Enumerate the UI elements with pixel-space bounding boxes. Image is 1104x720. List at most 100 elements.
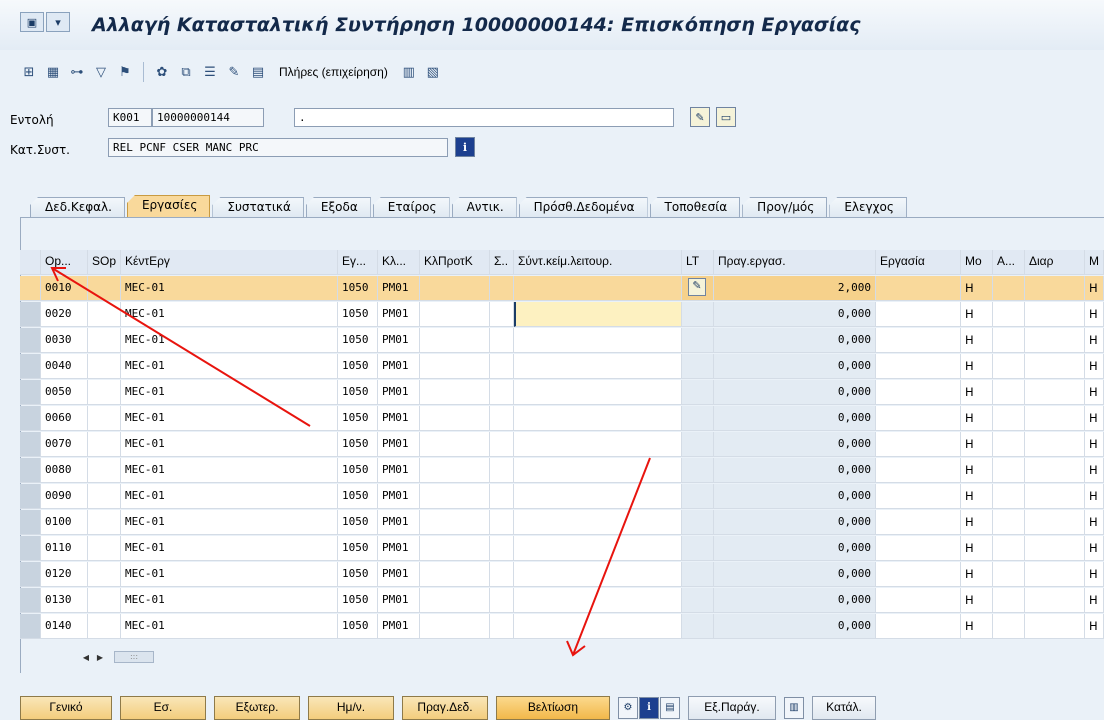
column-header[interactable]: Σύντ.κείμ.λειτουρ. bbox=[514, 250, 682, 275]
flag-cell[interactable] bbox=[490, 614, 514, 639]
actual-work-cell[interactable]: 0,000 bbox=[714, 380, 876, 405]
suboperation-cell[interactable] bbox=[88, 354, 121, 379]
long-text-cell[interactable] bbox=[682, 562, 714, 587]
unit-cell[interactable]: H bbox=[961, 562, 993, 587]
work-center-cell[interactable]: MEC-01 bbox=[121, 354, 338, 379]
work-center-cell[interactable]: MEC-01 bbox=[121, 380, 338, 405]
suboperation-cell[interactable] bbox=[88, 406, 121, 431]
operation-cell[interactable]: 0110 bbox=[41, 536, 88, 561]
control-key-cell[interactable]: PM01 bbox=[378, 302, 420, 327]
row-selector[interactable] bbox=[20, 432, 41, 457]
row-selector[interactable] bbox=[20, 328, 41, 353]
dates-button[interactable]: Ημ/ν. bbox=[308, 695, 394, 720]
plant-cell[interactable]: 1050 bbox=[338, 458, 378, 483]
long-text-cell[interactable] bbox=[682, 510, 714, 535]
control-key-cell[interactable]: PM01 bbox=[378, 562, 420, 587]
work-center-cell[interactable]: MEC-01 bbox=[121, 302, 338, 327]
suboperation-cell[interactable] bbox=[88, 536, 121, 561]
list-icon[interactable]: ▥ bbox=[400, 63, 418, 81]
tab-objects[interactable]: Αντικ. bbox=[451, 197, 517, 217]
actual-work-cell[interactable]: 0,000 bbox=[714, 484, 876, 509]
filter-icon[interactable]: ▽ bbox=[92, 63, 110, 81]
m-cell[interactable]: H bbox=[1085, 510, 1104, 535]
work-cell[interactable] bbox=[876, 588, 961, 613]
duration-cell[interactable] bbox=[1025, 536, 1085, 561]
operation-cell[interactable]: 0050 bbox=[41, 380, 88, 405]
status-info-icon[interactable]: i bbox=[455, 137, 475, 157]
horizontal-scrollbar[interactable]: ◀ ▶ ::: bbox=[80, 650, 154, 664]
work-cell[interactable] bbox=[876, 562, 961, 587]
table-row[interactable]: 0120 MEC-01 1050 PM01 0,000 H H bbox=[20, 562, 1104, 587]
system-menu[interactable]: ▣ ▾ bbox=[20, 12, 70, 32]
m-cell[interactable]: H bbox=[1085, 432, 1104, 457]
work-cell[interactable] bbox=[876, 458, 961, 483]
long-text-cell[interactable] bbox=[682, 484, 714, 509]
control-key-cell[interactable]: PM01 bbox=[378, 380, 420, 405]
row-selector[interactable] bbox=[20, 302, 41, 327]
table-row[interactable]: 0040 MEC-01 1050 PM01 0,000 H H bbox=[20, 354, 1104, 379]
work-center-cell[interactable]: MEC-01 bbox=[121, 614, 338, 639]
table-row[interactable]: 0070 MEC-01 1050 PM01 0,000 H H bbox=[20, 432, 1104, 457]
column-header[interactable]: ΚέντΕργ bbox=[121, 250, 338, 275]
scroll-thumb[interactable]: ::: bbox=[114, 651, 154, 663]
operation-cell[interactable]: 0060 bbox=[41, 406, 88, 431]
column-header[interactable]: A... bbox=[993, 250, 1025, 275]
plant-cell[interactable]: 1050 bbox=[338, 614, 378, 639]
unit-cell[interactable]: H bbox=[961, 406, 993, 431]
list-icon[interactable]: ▥ bbox=[784, 696, 804, 719]
long-text-cell[interactable]: ✎ bbox=[682, 276, 714, 301]
column-header[interactable]: Op... bbox=[41, 250, 88, 275]
work-cell[interactable] bbox=[876, 276, 961, 301]
operation-text-cell[interactable] bbox=[514, 432, 682, 457]
work-center-cell[interactable]: MEC-01 bbox=[121, 588, 338, 613]
plant-cell[interactable]: 1050 bbox=[338, 510, 378, 535]
operation-text-cell[interactable] bbox=[514, 510, 682, 535]
unit-cell[interactable]: H bbox=[961, 510, 993, 535]
unit-cell[interactable]: H bbox=[961, 432, 993, 457]
work-center-cell[interactable]: MEC-01 bbox=[121, 510, 338, 535]
operation-text-cell[interactable] bbox=[514, 562, 682, 587]
long-text-edit-icon[interactable]: ✎ bbox=[690, 107, 710, 127]
calculator-icon[interactable]: ▦ bbox=[44, 63, 62, 81]
row-selector[interactable] bbox=[20, 536, 41, 561]
work-cell[interactable] bbox=[876, 328, 961, 353]
operation-text-cell[interactable] bbox=[514, 354, 682, 379]
control-key-cell[interactable]: PM01 bbox=[378, 354, 420, 379]
tab-location[interactable]: Τοποθεσία bbox=[649, 197, 741, 217]
control-key-cell[interactable]: PM01 bbox=[378, 614, 420, 639]
work-cell[interactable] bbox=[876, 510, 961, 535]
work-center-cell[interactable]: MEC-01 bbox=[121, 458, 338, 483]
duration-cell[interactable] bbox=[1025, 432, 1085, 457]
operation-text-cell[interactable] bbox=[514, 614, 682, 639]
long-text-cell[interactable] bbox=[682, 536, 714, 561]
row-selector[interactable] bbox=[20, 276, 41, 301]
control-key-cell[interactable]: PM01 bbox=[378, 276, 420, 301]
actual-data-button[interactable]: Πραγ.Δεδ. bbox=[402, 695, 488, 720]
suboperation-cell[interactable] bbox=[88, 276, 121, 301]
flag-cell[interactable] bbox=[490, 328, 514, 353]
m-cell[interactable]: H bbox=[1085, 562, 1104, 587]
column-header[interactable]: Mo bbox=[961, 250, 993, 275]
long-text-cell[interactable] bbox=[682, 614, 714, 639]
plant-cell[interactable]: 1050 bbox=[338, 380, 378, 405]
column-header[interactable]: SOp bbox=[88, 250, 121, 275]
row-selector[interactable] bbox=[20, 484, 41, 509]
duration-cell[interactable] bbox=[1025, 614, 1085, 639]
plant-cell[interactable]: 1050 bbox=[338, 276, 378, 301]
duration-cell[interactable] bbox=[1025, 458, 1085, 483]
operation-text-cell[interactable] bbox=[514, 588, 682, 613]
control-key-cell[interactable]: PM01 bbox=[378, 328, 420, 353]
suboperation-cell[interactable] bbox=[88, 302, 121, 327]
table-row[interactable]: 0050 MEC-01 1050 PM01 0,000 H H bbox=[20, 380, 1104, 405]
std-text-key-cell[interactable] bbox=[420, 302, 490, 327]
suboperation-cell[interactable] bbox=[88, 510, 121, 535]
std-text-key-cell[interactable] bbox=[420, 276, 490, 301]
row-selector[interactable] bbox=[20, 614, 41, 639]
operation-cell[interactable]: 0080 bbox=[41, 458, 88, 483]
save-icon[interactable]: ▤ bbox=[660, 696, 680, 719]
long-text-cell[interactable] bbox=[682, 302, 714, 327]
work-center-cell[interactable]: MEC-01 bbox=[121, 536, 338, 561]
long-text-cell[interactable] bbox=[682, 354, 714, 379]
flag-cell[interactable] bbox=[490, 510, 514, 535]
work-center-cell[interactable]: MEC-01 bbox=[121, 328, 338, 353]
